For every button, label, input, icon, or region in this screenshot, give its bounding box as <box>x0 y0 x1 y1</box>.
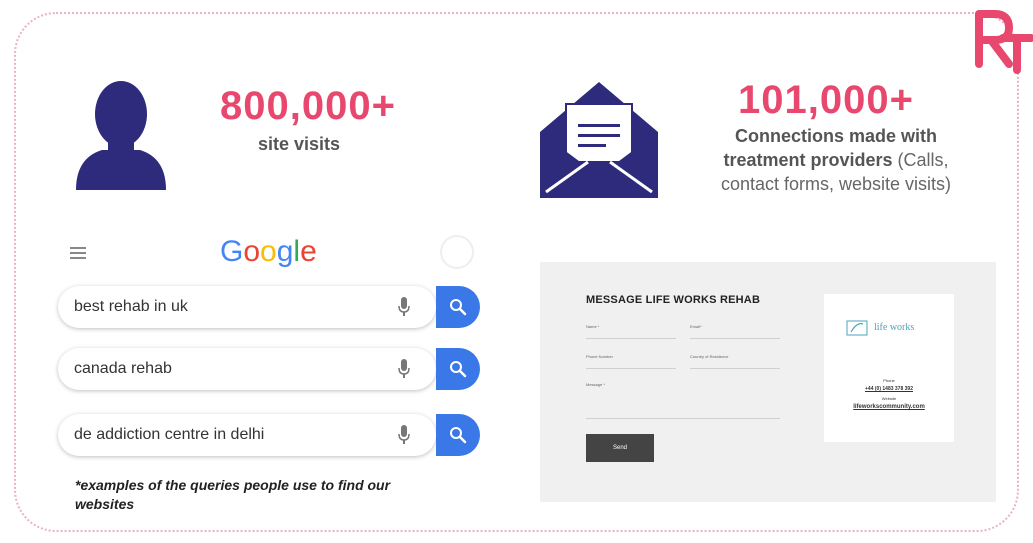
search-input[interactable]: de addiction centre in delhi <box>58 414 436 456</box>
connections-label: Connections made with treatment provider… <box>686 124 986 196</box>
search-icon <box>450 427 467 444</box>
google-logo: Google <box>220 235 317 268</box>
envelope-icon <box>540 82 658 198</box>
search-input[interactable]: best rehab in uk <box>58 286 436 328</box>
connections-label-line2: treatment providers <box>723 150 893 170</box>
message-field[interactable] <box>586 418 780 419</box>
connections-number: 101,000+ <box>738 78 914 122</box>
user-icon <box>76 81 166 190</box>
website-label: Website <box>881 396 897 401</box>
contact-form-panel: MESSAGE LIFE WORKS REHAB Name * Email* P… <box>540 262 996 502</box>
phone-number-link[interactable]: +44 (0) 1483 378 392 <box>824 386 954 392</box>
search-query-text: canada rehab <box>74 360 172 377</box>
country-field[interactable] <box>690 368 780 369</box>
search-query-text: best rehab in uk <box>74 298 188 315</box>
email-field[interactable] <box>690 338 780 339</box>
country-field-label: Country of Residence <box>690 354 729 359</box>
name-field[interactable] <box>586 338 676 339</box>
connections-label-light2: contact forms, website visits) <box>720 174 952 194</box>
form-title: MESSAGE LIFE WORKS REHAB <box>586 294 761 306</box>
menu-icon[interactable] <box>70 247 86 259</box>
phone-field-label: Phone Number <box>586 354 613 359</box>
microphone-icon[interactable] <box>398 297 410 317</box>
search-input[interactable]: canada rehab <box>58 348 436 390</box>
search-button[interactable] <box>436 286 480 328</box>
microphone-icon[interactable] <box>398 359 410 379</box>
google-header: Google <box>60 232 480 272</box>
search-button[interactable] <box>436 348 480 390</box>
search-row-2: canada rehab <box>58 348 480 390</box>
search-icon <box>450 299 467 316</box>
microphone-icon[interactable] <box>398 425 410 445</box>
site-visits-label: site visits <box>258 134 341 154</box>
search-row-3: de addiction centre in delhi <box>58 414 480 456</box>
search-button[interactable] <box>436 414 480 456</box>
send-button[interactable]: Send <box>586 434 654 462</box>
phone-field[interactable] <box>586 368 676 369</box>
phone-label: Phone <box>883 378 895 383</box>
contact-card: life works Phone +44 (0) 1483 378 392 We… <box>824 294 954 442</box>
profile-avatar[interactable] <box>440 235 474 269</box>
queries-footnote: *examples of the queries people use to f… <box>75 477 391 512</box>
name-field-label: Name * <box>586 324 600 329</box>
life-works-logo: life works <box>846 318 934 338</box>
connections-label-line1: Connections made with <box>734 126 938 146</box>
site-visits-number: 800,000+ <box>220 84 396 128</box>
connections-label-light1: (Calls, <box>892 150 949 170</box>
email-field-label: Email* <box>690 324 702 329</box>
search-query-text: de addiction centre in delhi <box>74 426 265 443</box>
search-icon <box>450 361 467 378</box>
brand-logo <box>975 10 1033 74</box>
leaf-icon <box>846 320 868 336</box>
website-link[interactable]: lifeworkscommunity.com <box>824 404 954 410</box>
message-field-label: Message * <box>586 382 605 387</box>
search-row-1: best rehab in uk <box>58 286 480 328</box>
